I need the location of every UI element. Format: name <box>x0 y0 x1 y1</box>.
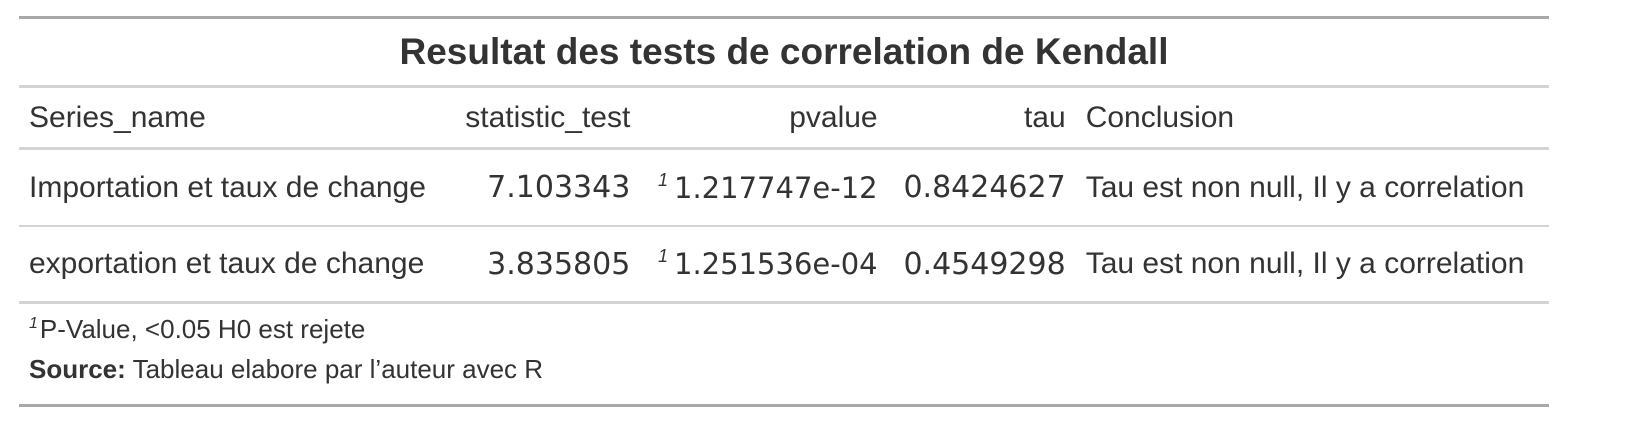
source-note-row: Source: Tableau elabore par l’auteur ave… <box>19 354 1549 406</box>
table-title: Resultat des tests de correlation de Ken… <box>19 17 1549 88</box>
footnote-text: P-Value, <0.05 H0 est rejete <box>39 314 366 344</box>
cell-statistic-test: 7.103343 <box>449 148 641 227</box>
cell-pvalue: 1 1.217747e-12 <box>640 148 888 227</box>
footnote-mark: 1 <box>658 246 669 266</box>
cell-series-name: exportation et taux de change <box>19 226 450 304</box>
table-row: exportation et taux de change 3.835805 1… <box>19 226 1549 304</box>
footnote-mark: 1 <box>29 315 38 332</box>
cell-tau: 0.4549298 <box>887 226 1076 304</box>
kendall-results-table-container: Resultat des tests de correlation de Ken… <box>19 16 1549 407</box>
cell-conclusion: Tau est non null, Il y a correlation <box>1075 226 1549 304</box>
cell-conclusion: Tau est non null, Il y a correlation <box>1075 148 1549 227</box>
table-row: Importation et taux de change 7.103343 1… <box>19 148 1549 227</box>
footnote-row: 1P-Value, <0.05 H0 est rejete <box>19 303 1549 355</box>
kendall-results-table: Resultat des tests de correlation de Ken… <box>19 16 1549 407</box>
column-header-series-name: Series_name <box>19 86 450 150</box>
column-header-row: Series_name statistic_test pvalue tau Co… <box>19 86 1549 150</box>
cell-series-name: Importation et taux de change <box>19 148 450 227</box>
footnote: 1P-Value, <0.05 H0 est rejete <box>19 303 1549 355</box>
cell-tau: 0.8424627 <box>887 148 1076 227</box>
column-header-conclusion: Conclusion <box>1075 86 1549 150</box>
column-header-tau: tau <box>887 86 1076 150</box>
cell-pvalue: 1 1.251536e-04 <box>640 226 888 304</box>
cell-statistic-test: 3.835805 <box>449 226 641 304</box>
column-header-pvalue: pvalue <box>640 86 888 150</box>
source-note: Source: Tableau elabore par l’auteur ave… <box>19 354 1549 406</box>
pvalue-value: 1.217747e-12 <box>674 170 878 205</box>
source-text: Tableau elabore par l’auteur avec R <box>132 354 544 384</box>
source-label: Source: <box>29 354 126 384</box>
title-row: Resultat des tests de correlation de Ken… <box>19 17 1549 88</box>
column-header-statistic-test: statistic_test <box>449 86 641 150</box>
pvalue-value: 1.251536e-04 <box>674 247 878 281</box>
footnote-mark: 1 <box>658 169 669 190</box>
